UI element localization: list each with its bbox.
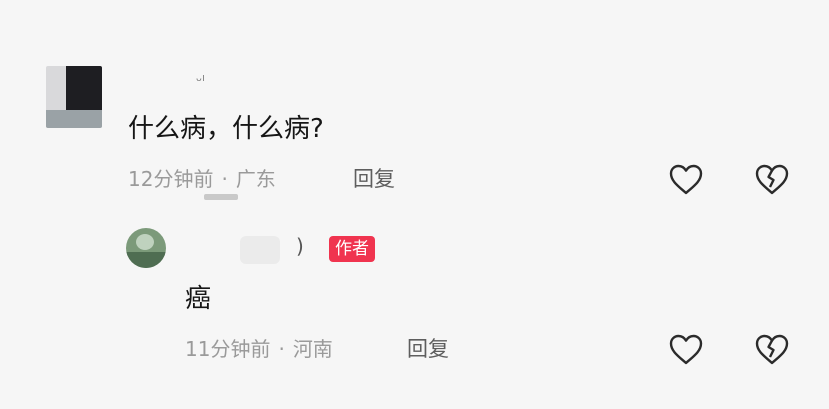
broken-heart-icon[interactable]: [754, 162, 790, 198]
comment-time: 12分钟前: [128, 167, 214, 191]
commenter-name-blurred: [240, 236, 280, 264]
comment-text: 癌: [185, 284, 212, 314]
heart-outline-icon[interactable]: [668, 332, 704, 368]
meta-separator: ·: [278, 337, 285, 361]
heart-outline-icon[interactable]: [668, 162, 704, 198]
scrub-mark: [204, 194, 238, 200]
avatar[interactable]: [126, 228, 166, 268]
commenter-name[interactable]: ᵕˡ: [196, 72, 205, 90]
avatar-image-lower: [126, 252, 166, 268]
comment-location: 河南: [292, 337, 333, 361]
broken-heart-icon[interactable]: [754, 332, 790, 368]
avatar-image-lower: [46, 110, 102, 128]
reply-button[interactable]: 回复: [353, 166, 395, 192]
avatar[interactable]: [46, 66, 102, 128]
avatar-image: [66, 66, 102, 110]
comment-meta: 11分钟前 · 河南: [185, 336, 333, 362]
avatar-image: [136, 234, 154, 250]
comment-meta: 12分钟前 · 广东: [128, 166, 276, 192]
commenter-name[interactable]: ): [296, 234, 304, 258]
comment-time: 11分钟前: [185, 337, 271, 361]
reply-button[interactable]: 回复: [407, 336, 449, 362]
comment-text: 什么病，什么病?: [128, 114, 324, 144]
author-badge: 作者: [329, 236, 375, 262]
comment-location: 广东: [235, 167, 276, 191]
meta-separator: ·: [221, 167, 228, 191]
comment-thread: ᵕˡ 什么病，什么病? 12分钟前 · 广东 回复 ) 作者 癌 11分钟前 · 河南 …: [0, 0, 829, 409]
